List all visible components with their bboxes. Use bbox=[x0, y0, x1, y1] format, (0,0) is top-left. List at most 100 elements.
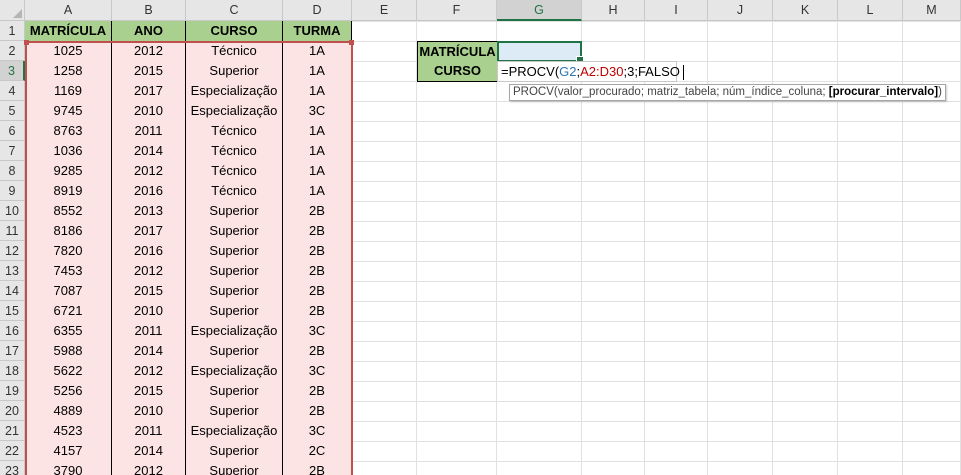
table-cell[interactable]: Especialização bbox=[186, 361, 283, 382]
table-cell[interactable]: 5256 bbox=[25, 381, 112, 402]
table-cell[interactable]: 4157 bbox=[25, 441, 112, 462]
table-cell[interactable]: 1A bbox=[283, 161, 352, 182]
table-cell[interactable]: 2010 bbox=[112, 401, 186, 422]
table-cell[interactable]: Superior bbox=[186, 381, 283, 402]
row-header-5[interactable]: 5 bbox=[0, 101, 25, 121]
table-cell[interactable]: 1A bbox=[283, 141, 352, 162]
table-cell[interactable]: 3790 bbox=[25, 461, 112, 475]
table-cell[interactable]: 2014 bbox=[112, 441, 186, 462]
row-header-3[interactable]: 3 bbox=[0, 61, 25, 81]
table-cell[interactable]: 2C bbox=[283, 441, 352, 462]
function-tooltip[interactable]: PROCV(valor_procurado; matriz_tabela; nú… bbox=[509, 84, 946, 101]
row-header-12[interactable]: 12 bbox=[0, 241, 25, 261]
table-cell[interactable]: 5622 bbox=[25, 361, 112, 382]
column-header-b[interactable]: B bbox=[112, 0, 186, 21]
table-cell[interactable]: 7453 bbox=[25, 261, 112, 282]
table-cell[interactable]: 2012 bbox=[112, 461, 186, 475]
table-cell[interactable]: Superior bbox=[186, 201, 283, 222]
table-cell[interactable]: 3C bbox=[283, 101, 352, 122]
column-header-c[interactable]: C bbox=[186, 0, 283, 21]
table-cell[interactable]: Especialização bbox=[186, 101, 283, 122]
row-header-21[interactable]: 21 bbox=[0, 421, 25, 441]
table-cell[interactable]: 8763 bbox=[25, 121, 112, 142]
row-header-8[interactable]: 8 bbox=[0, 161, 25, 181]
table-cell[interactable]: 2013 bbox=[112, 201, 186, 222]
table-cell[interactable]: 2012 bbox=[112, 161, 186, 182]
table-cell[interactable]: 5988 bbox=[25, 341, 112, 362]
table-cell[interactable]: 2016 bbox=[112, 241, 186, 262]
table-header-cell[interactable]: MATRÍCULA bbox=[25, 21, 112, 42]
table-cell[interactable]: 9745 bbox=[25, 101, 112, 122]
table-cell[interactable]: 2014 bbox=[112, 341, 186, 362]
row-header-18[interactable]: 18 bbox=[0, 361, 25, 381]
table-cell[interactable]: 2014 bbox=[112, 141, 186, 162]
table-cell[interactable]: 2010 bbox=[112, 101, 186, 122]
table-cell[interactable]: 8186 bbox=[25, 221, 112, 242]
table-cell[interactable]: 2B bbox=[283, 221, 352, 242]
table-cell[interactable]: 9285 bbox=[25, 161, 112, 182]
column-header-g[interactable]: G bbox=[497, 0, 582, 21]
table-cell[interactable]: 2B bbox=[283, 241, 352, 262]
row-header-15[interactable]: 15 bbox=[0, 301, 25, 321]
table-cell[interactable]: 3C bbox=[283, 321, 352, 342]
table-cell[interactable]: Superior bbox=[186, 301, 283, 322]
table-cell[interactable]: 2012 bbox=[112, 361, 186, 382]
table-cell[interactable]: 8552 bbox=[25, 201, 112, 222]
table-cell[interactable]: 2015 bbox=[112, 61, 186, 82]
cell-g3-formula-editor[interactable]: =PROCV(G2;A2:D30;3;FALSO bbox=[497, 61, 684, 82]
table-cell[interactable]: 2B bbox=[283, 341, 352, 362]
table-cell[interactable]: 8919 bbox=[25, 181, 112, 202]
table-cell[interactable]: 4889 bbox=[25, 401, 112, 422]
spreadsheet[interactable]: ABCDEFGHIJKLM 1 2 3 4 5 6 7 8 9 10 11 12 13 14 15 16 17 1… bbox=[0, 0, 961, 475]
row-header-17[interactable]: 17 bbox=[0, 341, 25, 361]
table-cell[interactable]: Superior bbox=[186, 221, 283, 242]
table-cell[interactable]: 1258 bbox=[25, 61, 112, 82]
row-header-6[interactable]: 6 bbox=[0, 121, 25, 141]
table-cell[interactable]: Superior bbox=[186, 401, 283, 422]
row-header-14[interactable]: 14 bbox=[0, 281, 25, 301]
column-header-i[interactable]: I bbox=[645, 0, 708, 21]
row-header-22[interactable]: 22 bbox=[0, 441, 25, 461]
select-all-corner[interactable] bbox=[0, 0, 25, 21]
table-cell[interactable]: 2016 bbox=[112, 181, 186, 202]
table-cell[interactable]: 2015 bbox=[112, 381, 186, 402]
row-header-19[interactable]: 19 bbox=[0, 381, 25, 401]
table-cell[interactable]: 2011 bbox=[112, 421, 186, 442]
row-header-16[interactable]: 16 bbox=[0, 321, 25, 341]
table-header-cell[interactable]: ANO bbox=[112, 21, 186, 42]
row-header-20[interactable]: 20 bbox=[0, 401, 25, 421]
table-cell[interactable]: Superior bbox=[186, 461, 283, 475]
table-cell[interactable]: Especialização bbox=[186, 81, 283, 102]
table-cell[interactable]: 3C bbox=[283, 361, 352, 382]
table-cell[interactable]: 6721 bbox=[25, 301, 112, 322]
table-cell[interactable]: 2B bbox=[283, 401, 352, 422]
table-cell[interactable]: 2010 bbox=[112, 301, 186, 322]
table-cell[interactable]: 2017 bbox=[112, 221, 186, 242]
row-header-10[interactable]: 10 bbox=[0, 201, 25, 221]
column-header-l[interactable]: L bbox=[838, 0, 903, 21]
table-cell[interactable]: 7820 bbox=[25, 241, 112, 262]
row-header-7[interactable]: 7 bbox=[0, 141, 25, 161]
table-cell[interactable]: Superior bbox=[186, 281, 283, 302]
column-header-d[interactable]: D bbox=[283, 0, 352, 21]
table-cell[interactable]: 2B bbox=[283, 281, 352, 302]
table-cell[interactable]: Técnico bbox=[186, 41, 283, 62]
table-cell[interactable]: 1A bbox=[283, 41, 352, 62]
row-header-13[interactable]: 13 bbox=[0, 261, 25, 281]
table-cell[interactable]: 4523 bbox=[25, 421, 112, 442]
table-cell[interactable]: 2011 bbox=[112, 321, 186, 342]
column-header-a[interactable]: A bbox=[25, 0, 112, 21]
table-cell[interactable]: 1A bbox=[283, 81, 352, 102]
table-cell[interactable]: Técnico bbox=[186, 161, 283, 182]
table-cell[interactable]: 1A bbox=[283, 61, 352, 82]
column-header-k[interactable]: K bbox=[773, 0, 838, 21]
cell-g2-input[interactable] bbox=[497, 41, 584, 64]
table-cell[interactable]: Superior bbox=[186, 341, 283, 362]
row-header-23[interactable]: 23 bbox=[0, 461, 25, 475]
row-header-9[interactable]: 9 bbox=[0, 181, 25, 201]
table-cell[interactable]: 7087 bbox=[25, 281, 112, 302]
column-header-f[interactable]: F bbox=[417, 0, 497, 21]
table-cell[interactable]: Superior bbox=[186, 261, 283, 282]
table-cell[interactable]: Superior bbox=[186, 441, 283, 462]
table-cell[interactable]: 2012 bbox=[112, 41, 186, 62]
